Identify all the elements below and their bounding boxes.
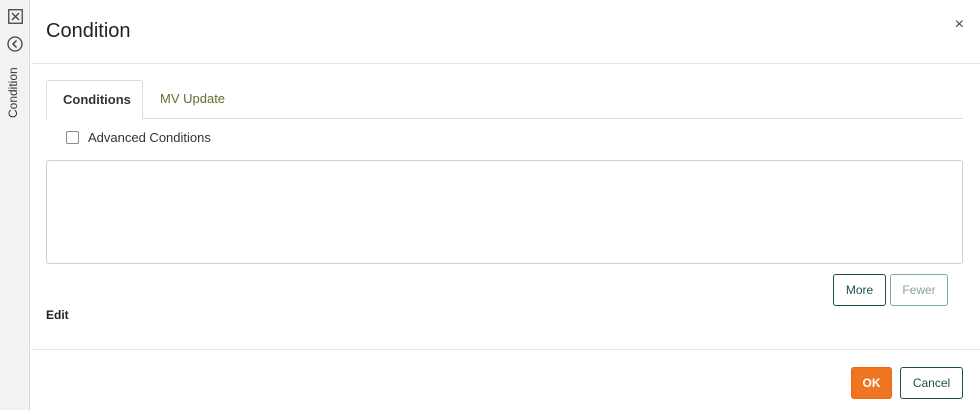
edit-label: Edit: [46, 308, 69, 322]
close-box-icon[interactable]: [7, 8, 23, 24]
more-button[interactable]: More: [833, 274, 886, 306]
back-circle-icon[interactable]: [7, 36, 23, 52]
cancel-button[interactable]: Cancel: [900, 367, 963, 399]
close-icon[interactable]: ×: [955, 16, 964, 34]
panel-footer: OK Cancel: [31, 349, 980, 410]
side-strip: Condition: [0, 0, 30, 410]
side-strip-label: Condition: [6, 67, 20, 118]
panel-title: Condition: [46, 20, 131, 42]
tab-conditions[interactable]: Conditions: [46, 80, 143, 120]
advanced-conditions-row: Advanced Conditions: [66, 129, 211, 145]
advanced-conditions-label: Advanced Conditions: [88, 129, 211, 145]
advanced-conditions-checkbox[interactable]: [66, 130, 79, 144]
ok-button[interactable]: OK: [851, 367, 892, 399]
condition-panel: Condition × Conditions MV Update Advance…: [31, 0, 980, 410]
conditions-box[interactable]: [46, 160, 963, 264]
tab-bar: Conditions MV Update: [46, 80, 963, 120]
tab-mv-update[interactable]: MV Update: [144, 80, 241, 119]
panel-header: Condition ×: [31, 0, 980, 64]
fewer-button[interactable]: Fewer: [890, 274, 948, 306]
